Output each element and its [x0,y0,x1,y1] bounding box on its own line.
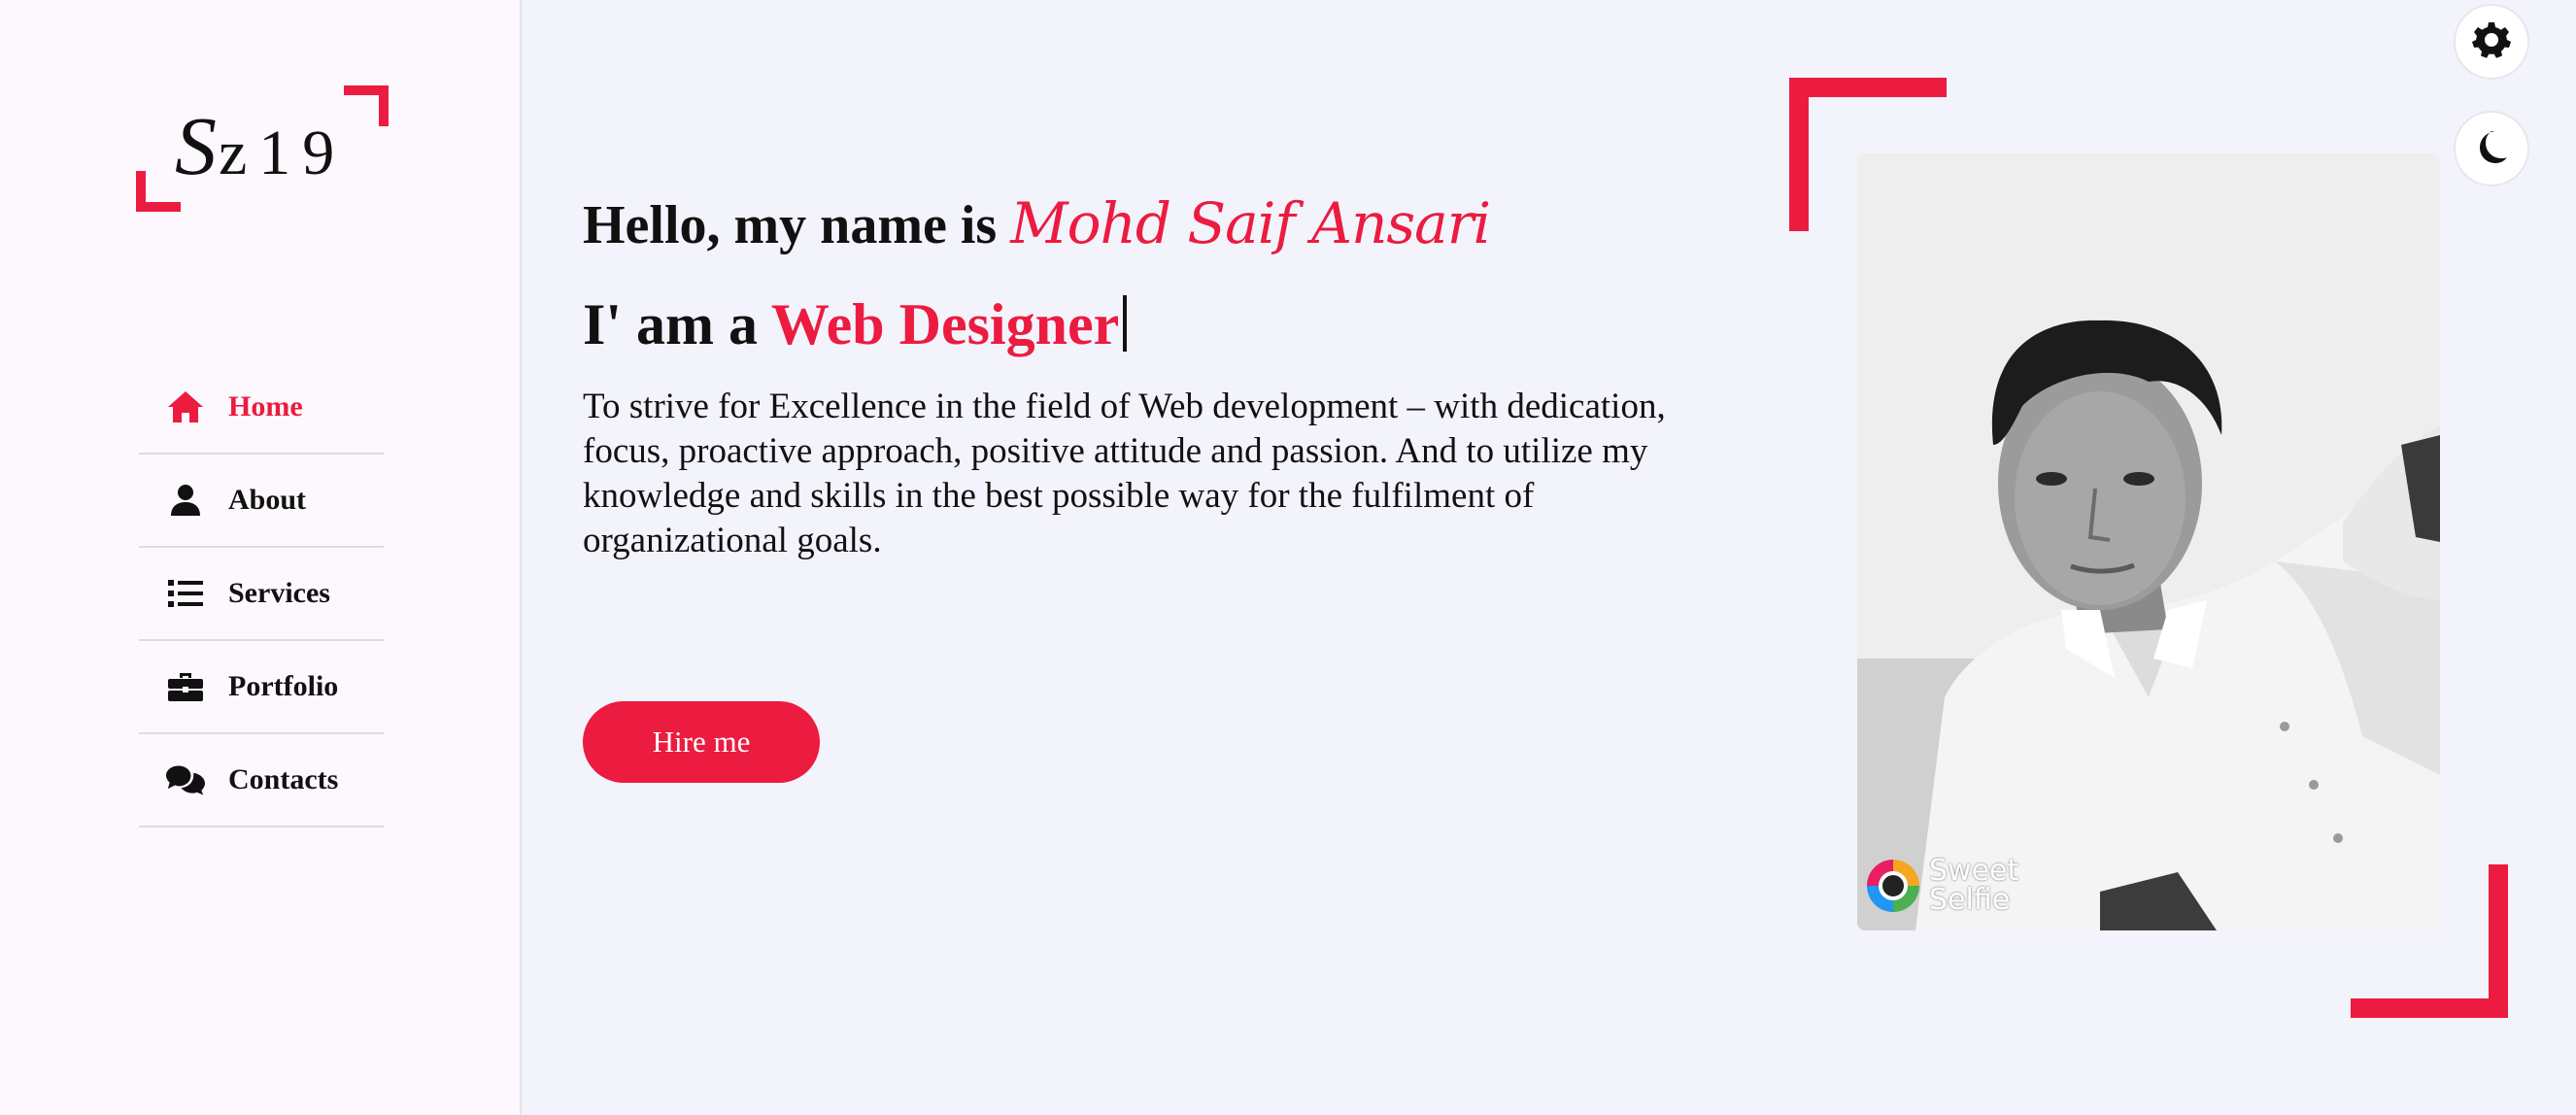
nav-item-label: Services [228,577,330,609]
logo-letter-s: S [175,99,219,192]
user-icon [166,481,205,520]
profile-photo-frame: Sweet Selfie [1789,78,2508,1018]
intro-description: To strive for Excellence in the field of… [583,387,1666,560]
moon-icon [2474,129,2509,169]
logo-corner-top-right [344,85,389,126]
typing-caret [1123,295,1128,352]
logo[interactable]: Sz19 [136,85,389,212]
gear-icon [2472,20,2511,64]
theme-toggle-button[interactable] [2454,111,2529,186]
nav-item-about[interactable]: About [139,455,384,548]
logo-letters-rest: z19 [219,118,347,188]
role-heading: I' am a Web Designer [583,278,1739,371]
nav-item-label: Home [228,390,303,422]
profile-photo-illustration [1857,153,2440,930]
owner-name: Mohd Saif Ansari [1010,190,1491,256]
list-icon [166,574,205,613]
briefcase-icon [166,667,205,706]
comments-icon [166,760,205,799]
role-title: Web Designer [770,292,1120,356]
hero-section: Hello, my name is Mohd Saif Ansari I' am… [583,185,1739,783]
hire-me-button[interactable]: Hire me [583,701,820,783]
sidebar-nav: Home About Services Portfolio Contacts [139,361,384,828]
home-icon [166,388,205,426]
camera-lens-icon [1867,860,1919,912]
nav-item-contacts[interactable]: Contacts [139,734,384,828]
greeting-heading: Hello, my name is Mohd Saif Ansari [583,185,1739,264]
logo-text: Sz19 [175,97,346,194]
nav-item-label: About [228,484,307,516]
nav-item-label: Contacts [228,763,339,795]
watermark-line-1: Sweet [1929,854,2019,888]
sweet-selfie-watermark: Sweet Selfie [1867,857,2018,915]
settings-button[interactable] [2454,4,2529,80]
watermark-line-2: Selfie [1929,883,2011,917]
nav-item-label: Portfolio [228,670,339,702]
watermark-text: Sweet Selfie [1929,857,2018,915]
profile-photo: Sweet Selfie [1857,153,2440,930]
sidebar: Sz19 Home About Services Portfolio Conta… [0,0,522,1115]
nav-item-portfolio[interactable]: Portfolio [139,641,384,734]
role-prefix: I' am a [583,292,771,356]
nav-item-home[interactable]: Home [139,361,384,455]
greeting-prefix: Hello, my name is [583,195,1011,255]
nav-item-services[interactable]: Services [139,548,384,641]
